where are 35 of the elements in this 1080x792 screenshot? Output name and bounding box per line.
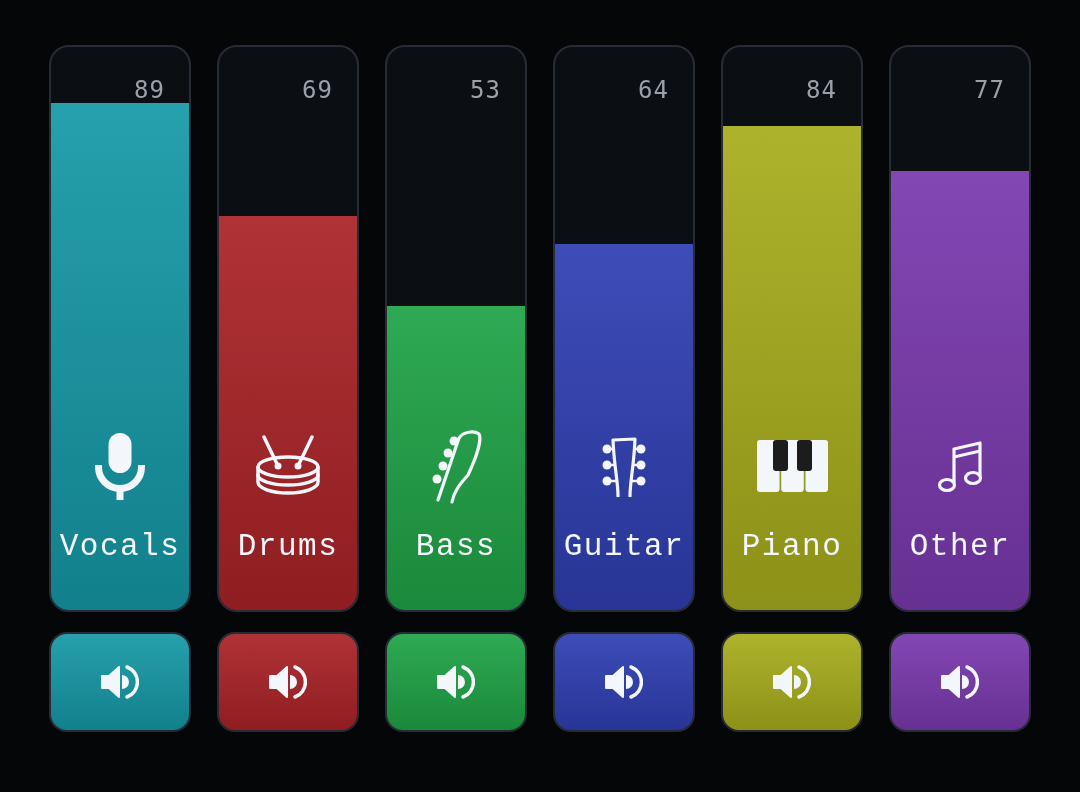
- mute-button[interactable]: [553, 632, 695, 732]
- speaker-icon: [101, 664, 139, 700]
- volume-slider[interactable]: 89 Vocals: [49, 45, 191, 612]
- level-reading: 53: [470, 78, 501, 102]
- speaker-icon: [773, 664, 811, 700]
- volume-slider[interactable]: 53 Bass: [385, 45, 527, 612]
- volume-slider[interactable]: 64 Guitar: [553, 45, 695, 612]
- channel-label: Drums: [237, 530, 339, 564]
- channel-label: Piano: [741, 530, 843, 564]
- volume-slider[interactable]: 84 Piano: [721, 45, 863, 612]
- mute-button[interactable]: [217, 632, 359, 732]
- mute-button[interactable]: [889, 632, 1031, 732]
- mute-button[interactable]: [49, 632, 191, 732]
- level-reading: 84: [806, 78, 837, 102]
- channel-label: Bass: [415, 530, 497, 564]
- level-reading: 77: [974, 78, 1005, 102]
- drum-icon: [255, 435, 321, 497]
- volume-slider[interactable]: 77 Other: [889, 45, 1031, 612]
- speaker-icon: [437, 664, 475, 700]
- speaker-icon: [941, 664, 979, 700]
- channel-label: Vocals: [59, 530, 181, 564]
- channel-label: Guitar: [563, 530, 685, 564]
- speaker-icon: [269, 664, 307, 700]
- piano-keys-icon: [756, 440, 828, 492]
- mute-button[interactable]: [385, 632, 527, 732]
- level-reading: 64: [638, 78, 669, 102]
- guitar-headstock-icon: [602, 435, 646, 497]
- level-reading: 69: [302, 78, 333, 102]
- speaker-icon: [605, 664, 643, 700]
- music-note-icon: [937, 439, 983, 493]
- mute-button[interactable]: [721, 632, 863, 732]
- volume-slider[interactable]: 69 Drums: [217, 45, 359, 612]
- microphone-icon: [95, 432, 145, 500]
- channel-label: Other: [909, 530, 1011, 564]
- level-reading: 89: [134, 78, 165, 102]
